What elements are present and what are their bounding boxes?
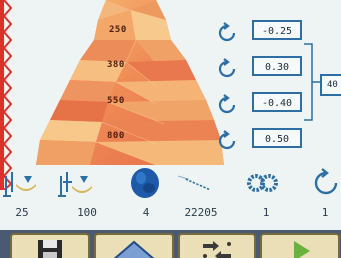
stat-value: 25 — [15, 206, 29, 219]
gears-icon[interactable] — [245, 166, 279, 200]
rotate-icon[interactable] — [310, 166, 341, 200]
side-value-field[interactable]: 40 — [320, 74, 341, 96]
offset-row-4: 0.50 — [210, 128, 340, 154]
filament-icon[interactable] — [178, 166, 212, 200]
zigzag-strip — [0, 0, 12, 190]
bottom-button-bar — [0, 230, 341, 258]
layer-label-2: 380 — [107, 60, 125, 70]
stat-values-row: 25 100 4 22205 1 1 — [0, 206, 341, 222]
swap-button[interactable] — [178, 233, 256, 258]
nozzle-single-icon[interactable] — [2, 166, 36, 200]
stat-value: 22205 — [184, 206, 218, 219]
stat-value: 1 — [321, 206, 329, 219]
tool-icon-row — [0, 166, 341, 202]
offset-field-1[interactable]: -0.25 — [252, 20, 302, 40]
offset-field-2[interactable]: 0.30 — [252, 56, 302, 76]
group-bracket — [304, 43, 320, 121]
stat-value: 4 — [142, 206, 150, 219]
stat-value: 100 — [77, 206, 97, 219]
stat-value: 1 — [262, 206, 270, 219]
save-icon — [38, 240, 62, 258]
layer-label-4: 800 — [107, 131, 125, 141]
offset-field-4[interactable]: 0.50 — [252, 128, 302, 148]
screen: 250 380 550 800 -0.25 0.30 -0.40 0.50 40… — [0, 0, 341, 258]
home-button[interactable] — [94, 233, 174, 258]
reset-arrow-icon[interactable] — [216, 58, 238, 80]
reset-arrow-icon[interactable] — [216, 94, 238, 116]
blob-icon[interactable] — [128, 166, 162, 200]
reset-arrow-icon[interactable] — [216, 22, 238, 44]
play-icon — [294, 241, 310, 258]
nozzle-multi-icon[interactable] — [58, 166, 92, 200]
reset-arrow-icon[interactable] — [216, 130, 238, 152]
offset-field-3[interactable]: -0.40 — [252, 92, 302, 112]
layer-label-3: 550 — [107, 96, 125, 106]
save-button[interactable] — [10, 233, 90, 258]
play-button[interactable] — [260, 233, 340, 258]
mesh-preview[interactable]: 250 380 550 800 — [36, 0, 226, 180]
mesh-graphic — [36, 0, 224, 166]
offset-row-1: -0.25 — [210, 20, 340, 46]
swap-icon — [203, 241, 231, 258]
home-icon — [113, 240, 155, 258]
layer-label-1: 250 — [109, 25, 127, 35]
